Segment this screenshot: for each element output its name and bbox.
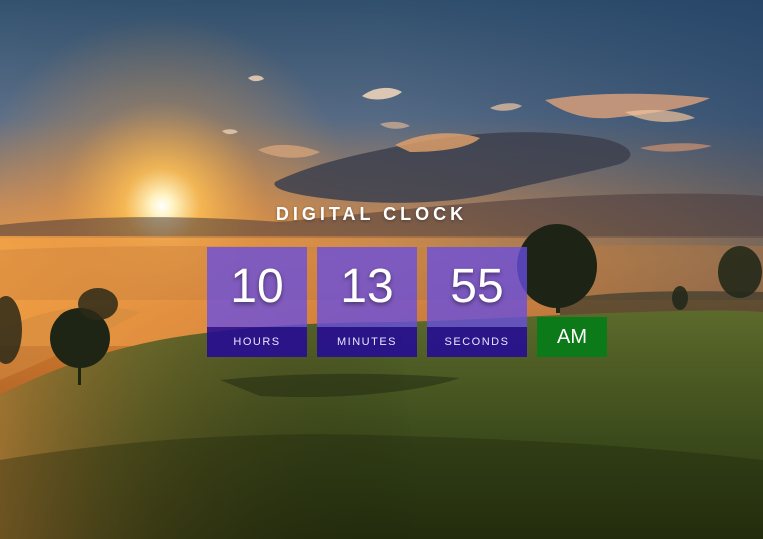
- hours-label: HOURS: [207, 327, 307, 357]
- hours-value: 10: [207, 247, 307, 327]
- seconds-label: SECONDS: [427, 327, 527, 357]
- seconds-value: 55: [427, 247, 527, 327]
- clock-title: DIGITAL CLOCK: [275, 204, 468, 224]
- minutes-display: 13 MINUTES: [317, 247, 417, 357]
- seconds-display: 55 SECONDS: [427, 247, 527, 357]
- am-pm-badge: AM: [537, 317, 607, 357]
- hours-display: 10 HOURS: [207, 247, 307, 357]
- minutes-value: 13: [317, 247, 417, 327]
- minutes-label: MINUTES: [317, 327, 417, 357]
